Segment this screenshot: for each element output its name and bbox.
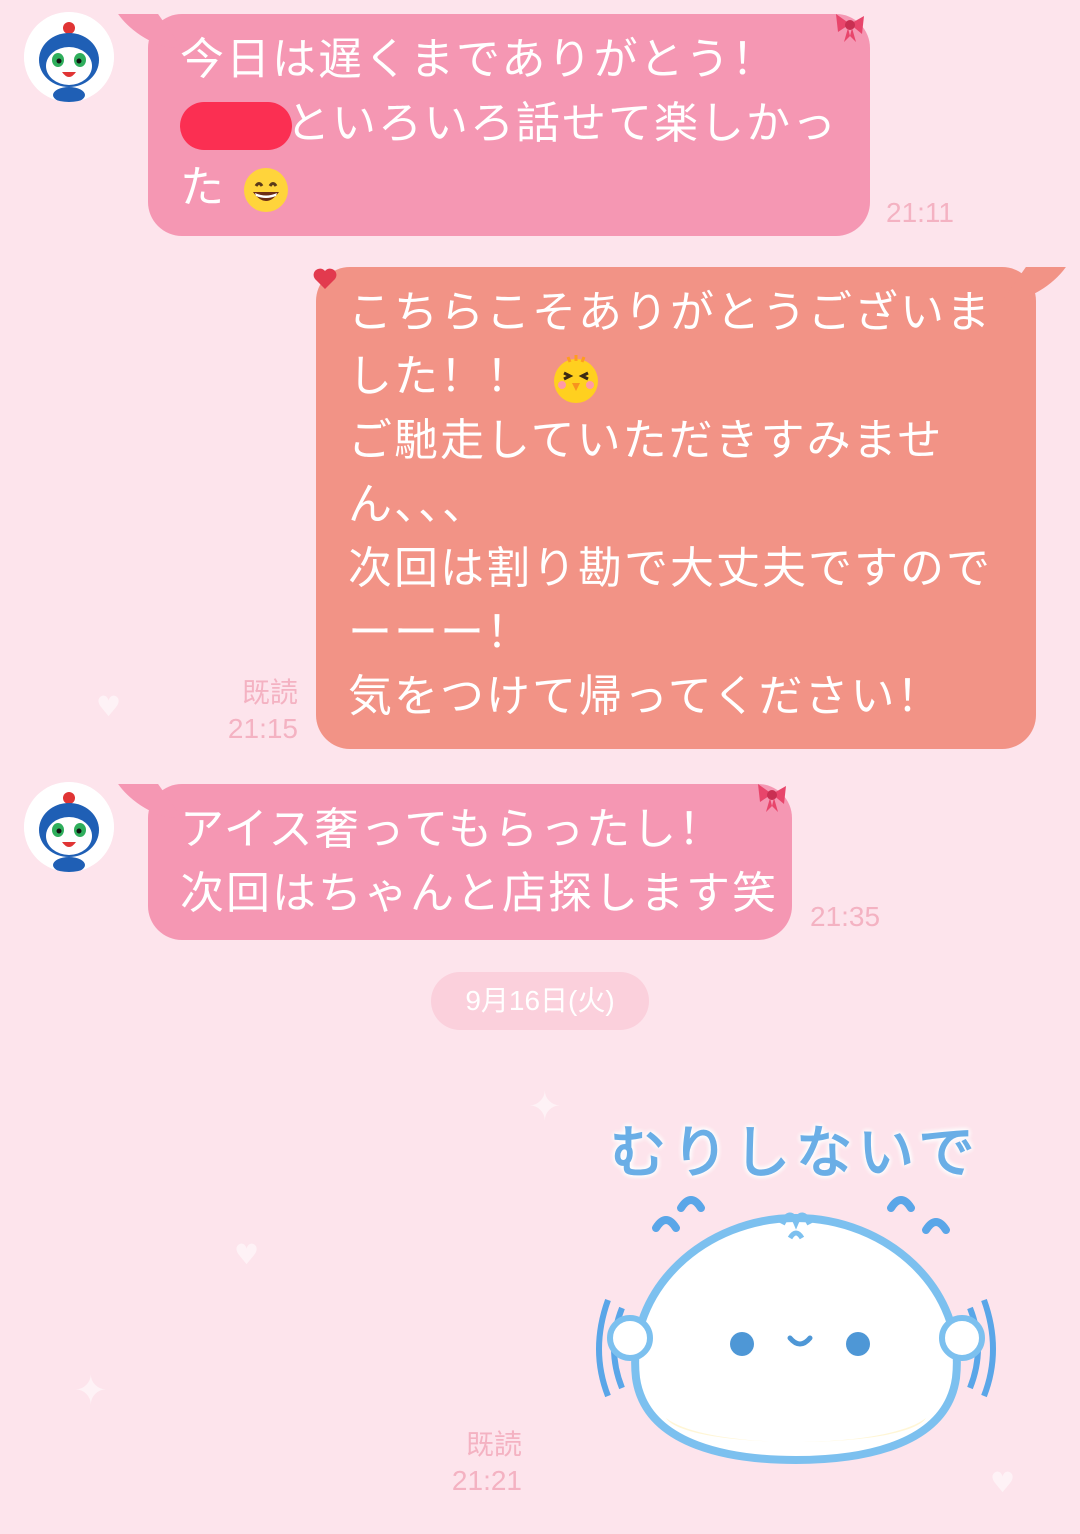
- ribbon-icon: [836, 14, 864, 42]
- background-sparkle-icon: ✦: [74, 1368, 108, 1414]
- message-bubble-incoming[interactable]: 今日は遅くまでありがとう！ といろいろ話せて楽しかっ た: [118, 14, 870, 236]
- message-text: といろいろ話せて楽しかっ: [286, 98, 838, 149]
- background-heart-icon: ♥: [234, 1238, 260, 1271]
- message-text-line: アイス奢ってもらったし！: [180, 804, 725, 855]
- redacted-name-marker: [180, 102, 292, 150]
- read-receipt: 既読: [465, 1429, 522, 1460]
- message-text-line: こちらこそありがとうございま: [348, 287, 992, 338]
- message-text-line: ーーー！: [348, 607, 532, 658]
- read-receipt: 既読: [241, 677, 298, 708]
- message-text-line: 気をつけて帰ってください！: [348, 671, 943, 722]
- message-timestamp: 21:35: [810, 901, 881, 932]
- message-text: た: [180, 162, 226, 213]
- message-text-line-with-emoji: た: [180, 156, 870, 220]
- background-sparkle-icon: ✦: [528, 1084, 562, 1130]
- message-text-line: 次回は割り勘で大丈夫ですので: [348, 543, 992, 594]
- message-text-line: 今日は遅くまでありがとう！: [180, 34, 778, 85]
- message-text-line: ご馳走していただきすみませ: [348, 415, 944, 466]
- message-text-line-with-emoji: した！！: [348, 345, 1036, 409]
- message-text: した！！: [348, 351, 532, 402]
- background-heart-icon: ♥: [990, 1466, 1016, 1499]
- message-text-line-with-redaction: といろいろ話せて楽しかっ: [180, 92, 870, 156]
- message-bubble-incoming[interactable]: アイス奢ってもらったし！ 次回はちゃんと店探します笑: [118, 784, 792, 940]
- message-timestamp: 21:15: [227, 713, 298, 744]
- date-separator: 9月16日(火): [431, 972, 649, 1030]
- penguin-character-avatar-icon: [24, 782, 114, 872]
- message-text-line: ん、、、: [348, 479, 488, 530]
- message-bubble-outgoing[interactable]: こちらこそありがとうございま した！！ ご馳走していただきすみませ ん、、、 次…: [313, 267, 1066, 749]
- background-heart-icon: ♥: [96, 690, 122, 723]
- message-timestamp: 21:21: [451, 1465, 522, 1496]
- heart-icon: [313, 268, 337, 289]
- chick-emoji-icon: [554, 355, 598, 403]
- dumpling-character-sticker-icon[interactable]: [586, 1188, 1006, 1468]
- message-text-line: 次回はちゃんと店探します笑: [180, 868, 778, 919]
- contact-avatar[interactable]: [24, 12, 114, 102]
- grinning-emoji-icon: [244, 168, 288, 212]
- penguin-character-avatar-icon: [24, 12, 114, 102]
- sticker-caption: むりしないで: [610, 1121, 981, 1186]
- contact-avatar[interactable]: [24, 782, 114, 872]
- message-timestamp: 21:11: [886, 197, 954, 228]
- ribbon-icon: [758, 784, 786, 812]
